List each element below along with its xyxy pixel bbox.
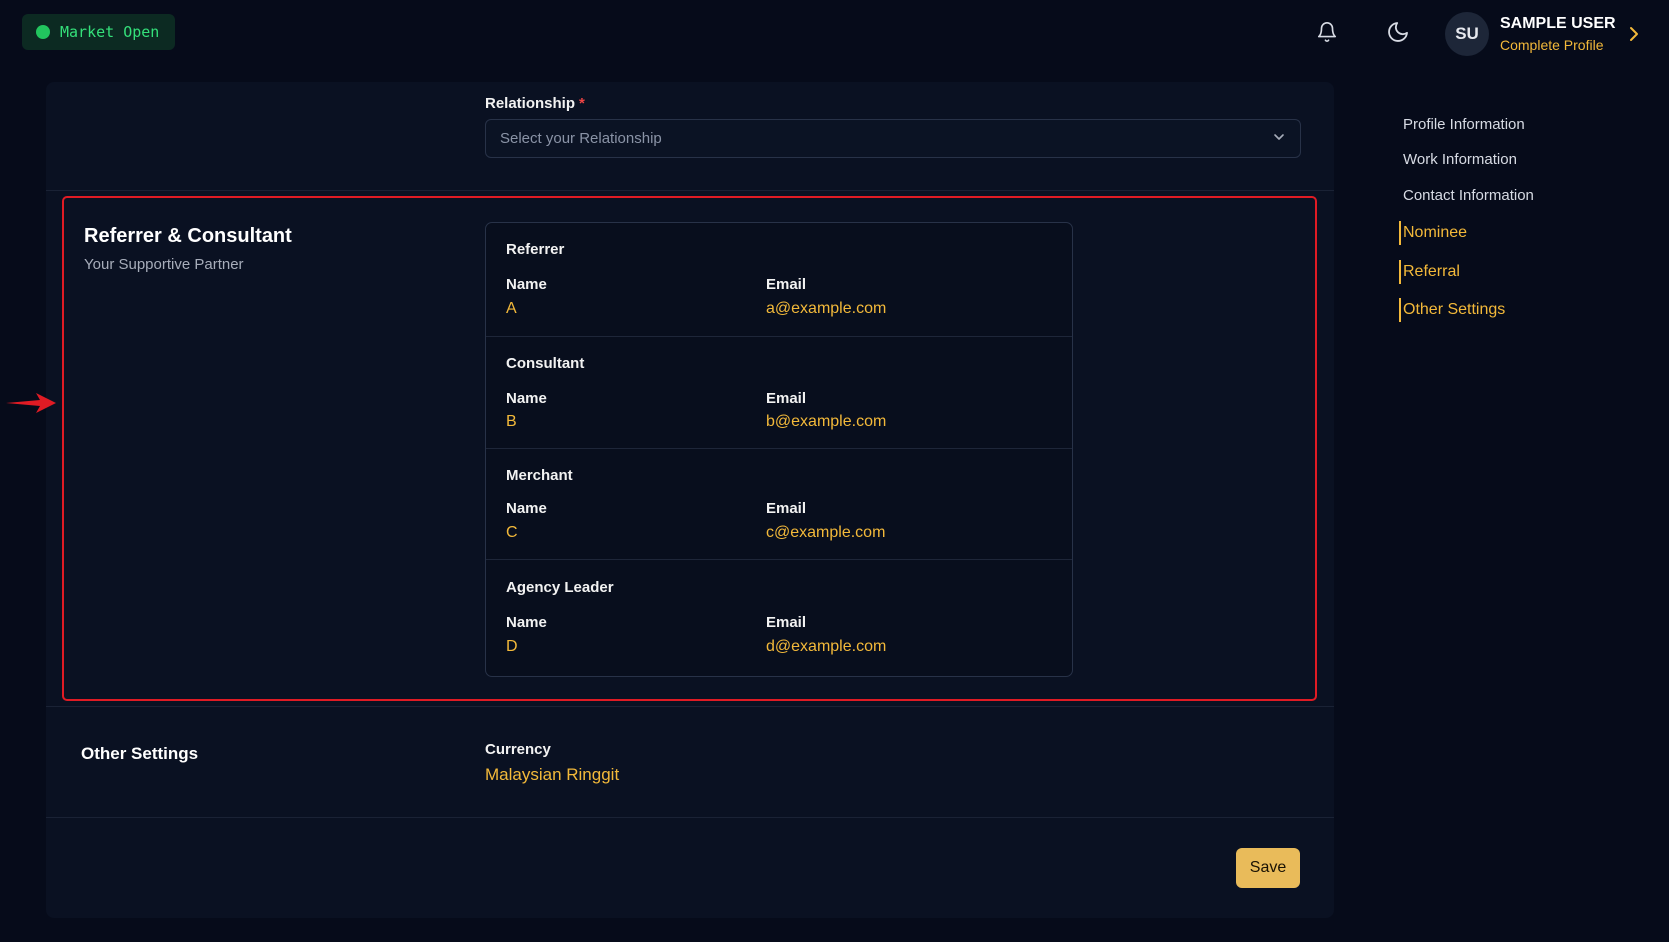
chevron-right-icon[interactable] — [1628, 24, 1640, 49]
nav-active-indicator — [1399, 298, 1401, 322]
nav-item-nominee[interactable]: Nominee — [1403, 224, 1467, 242]
agency-leader-block: Agency Leader Name Email D d@example.com — [486, 560, 1072, 677]
email-label: Email — [766, 500, 807, 517]
market-status-badge: Market Open — [22, 14, 176, 50]
email-value: c@example.com — [766, 524, 886, 541]
nav-item-work-information[interactable]: Work Information — [1403, 151, 1517, 168]
referrer-block: Referrer Name Email A a@example.com — [486, 223, 1072, 337]
block-heading: Merchant — [506, 467, 573, 484]
referrer-card: Referrer Name Email A a@example.com Cons… — [485, 222, 1073, 677]
nav-item-other-settings[interactable]: Other Settings — [1403, 301, 1505, 319]
name-value: B — [506, 413, 517, 430]
name-value: A — [506, 300, 517, 317]
user-name[interactable]: SAMPLE USER — [1500, 15, 1616, 33]
block-heading: Agency Leader — [506, 579, 614, 596]
section-divider — [46, 706, 1334, 707]
nav-active-indicator — [1399, 221, 1401, 245]
merchant-block: Merchant Name Email C c@example.com — [486, 449, 1072, 560]
chevron-down-icon — [1272, 130, 1286, 148]
section-divider — [46, 817, 1334, 818]
nav-item-profile-information[interactable]: Profile Information — [1403, 116, 1525, 133]
bell-icon[interactable] — [1311, 16, 1343, 48]
email-label: Email — [766, 390, 807, 407]
email-value: b@example.com — [766, 413, 887, 430]
name-label: Name — [506, 390, 547, 407]
other-settings-title: Other Settings — [81, 744, 199, 763]
name-label: Name — [506, 276, 547, 293]
name-label: Name — [506, 614, 547, 631]
market-status-label: Market Open — [60, 23, 160, 41]
email-label: Email — [766, 276, 807, 293]
block-heading: Consultant — [506, 355, 585, 372]
currency-label: Currency — [485, 741, 551, 758]
relationship-label-text: Relationship — [485, 95, 576, 112]
relationship-label: Relationship * — [485, 95, 585, 112]
email-value: d@example.com — [766, 638, 887, 655]
moon-icon[interactable] — [1382, 16, 1414, 48]
name-value: D — [506, 638, 518, 655]
referrer-section-subtitle: Your Supportive Partner — [84, 256, 244, 273]
nav-item-referral[interactable]: Referral — [1403, 263, 1460, 281]
nav-active-indicator — [1399, 260, 1401, 284]
currency-value: Malaysian Ringgit — [485, 765, 620, 784]
email-value: a@example.com — [766, 300, 887, 317]
section-divider — [46, 190, 1334, 191]
name-value: C — [506, 524, 518, 541]
avatar[interactable]: SU — [1445, 12, 1489, 56]
consultant-block: Consultant Name Email B b@example.com — [486, 337, 1072, 449]
relationship-placeholder: Select your Relationship — [500, 130, 662, 147]
nav-item-contact-information[interactable]: Contact Information — [1403, 187, 1534, 204]
save-button[interactable]: Save — [1236, 848, 1300, 888]
name-label: Name — [506, 500, 547, 517]
email-label: Email — [766, 614, 807, 631]
relationship-select[interactable]: Select your Relationship — [485, 119, 1301, 158]
referrer-section-title: Referrer & Consultant — [84, 225, 292, 247]
status-dot-icon — [36, 25, 50, 39]
required-star: * — [579, 95, 585, 112]
block-heading: Referrer — [506, 241, 565, 258]
arrow-right-icon — [6, 391, 56, 420]
complete-profile-link[interactable]: Complete Profile — [1500, 37, 1604, 53]
